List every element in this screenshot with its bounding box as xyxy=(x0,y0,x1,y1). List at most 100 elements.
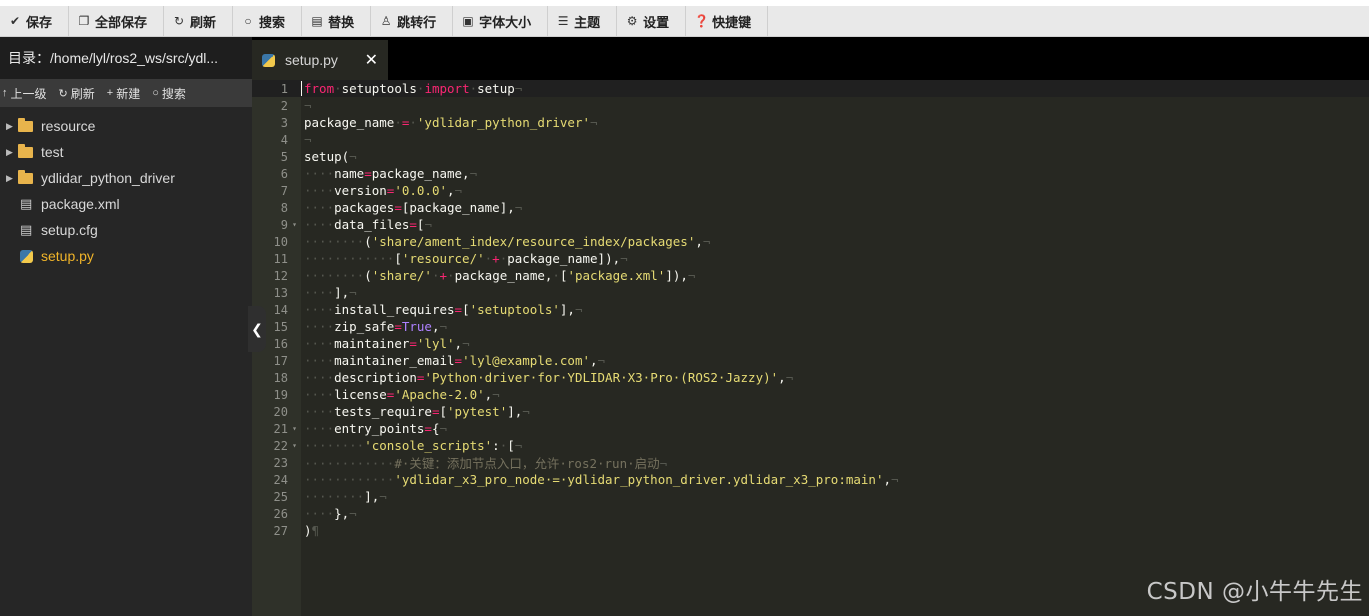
code-line[interactable]: 11 ············['resource/'·+·package_nam… xyxy=(252,250,1369,267)
tree-item-0[interactable]: ▶ resource xyxy=(0,113,252,139)
fold-arrow-icon[interactable]: ▾ xyxy=(288,441,301,450)
code-line[interactable]: 4 ¬ xyxy=(252,131,1369,148)
code-token: ( xyxy=(364,268,372,283)
line-number: 12 xyxy=(273,268,288,283)
code-token: ], xyxy=(559,302,575,317)
toolbar-button-3[interactable]: ○ 搜索 xyxy=(233,6,303,36)
code-line[interactable]: 17 ····maintainer_email='lyl@example.com'… xyxy=(252,352,1369,369)
code-line[interactable]: 7 ····version='0.0.0',¬ xyxy=(252,182,1369,199)
toolbar-button-1[interactable]: ❐ 全部保存 xyxy=(69,6,165,36)
code-token: setup( xyxy=(304,149,350,164)
sidebar-action-1[interactable]: ↻ 刷新 xyxy=(57,85,105,102)
toolbar-button-9[interactable]: ❓ 快捷键 xyxy=(686,6,769,36)
code-area[interactable]: 1 from·setuptools·import·setup¬ 2 ¬ 3 package… xyxy=(252,80,1369,616)
code-token: ···· xyxy=(304,387,335,402)
tree-item-label: test xyxy=(41,144,64,160)
code-line[interactable]: 8 ····packages=[package_name],¬ xyxy=(252,199,1369,216)
refresh-icon: ↻ xyxy=(174,14,185,28)
toolbar-button-4[interactable]: ▤ 替换 xyxy=(302,6,372,36)
code-text: ········('share/ament_index/resource_ind… xyxy=(301,234,710,249)
code-token: ¶ xyxy=(311,523,320,538)
sidebar-action-2[interactable]: + 新建 xyxy=(105,85,150,102)
code-line[interactable]: 25 ········],¬ xyxy=(252,488,1369,505)
code-token: package_name, xyxy=(454,268,553,283)
toolbar-button-8[interactable]: ⚙ 设置 xyxy=(617,6,687,36)
fold-arrow-icon[interactable]: ▾ xyxy=(288,424,301,433)
code-line[interactable]: 24 ············'ydlidar_x3_pro_node·=·ydl… xyxy=(252,471,1369,488)
code-line[interactable]: 2 ¬ xyxy=(252,97,1369,114)
collapse-sidebar-handle[interactable]: ❮ xyxy=(248,306,266,352)
caret-right-icon[interactable]: ▶ xyxy=(6,121,18,132)
code-line[interactable]: 9 ▾ ····data_files=[¬ xyxy=(252,216,1369,233)
tree-item-4[interactable]: ▤ setup.cfg xyxy=(0,217,252,243)
code-token: = xyxy=(424,421,432,436)
line-number: 4 xyxy=(280,132,288,147)
code-text: ············#·关键：添加节点入口，允许·ros2·run·启动¬ xyxy=(301,453,667,472)
code-line[interactable]: 16 ····maintainer='lyl',¬ xyxy=(252,335,1369,352)
file-icon: ▤ xyxy=(20,196,33,211)
toolbar-button-2[interactable]: ↻ 刷新 xyxy=(164,6,234,36)
code-line[interactable]: 13 ····],¬ xyxy=(252,284,1369,301)
code-text: ····tests_require=['pytest'],¬ xyxy=(301,404,530,419)
code-editor[interactable]: 1 from·setuptools·import·setup¬ 2 ¬ 3 package… xyxy=(252,80,1369,616)
code-token: ) xyxy=(304,523,312,538)
code-token: = xyxy=(409,217,417,232)
code-line[interactable]: 18 ····description='Python·driver·for·YDL… xyxy=(252,369,1369,386)
code-line[interactable]: 1 from·setuptools·import·setup¬ xyxy=(252,80,1369,97)
code-line[interactable]: 10 ········('share/ament_index/resource_i… xyxy=(252,233,1369,250)
code-text: ············['resource/'·+·package_name]… xyxy=(301,251,628,266)
code-line[interactable]: 12 ········('share/'·+·package_name,·['pa… xyxy=(252,267,1369,284)
fold-arrow-icon[interactable]: ▾ xyxy=(288,220,301,229)
tree-item-label: setup.cfg xyxy=(41,222,98,238)
code-line[interactable]: 15 ····zip_safe=True,¬ xyxy=(252,318,1369,335)
code-line[interactable]: 21 ▾ ····entry_points={¬ xyxy=(252,420,1369,437)
code-line[interactable]: 27)¶ xyxy=(252,522,1369,539)
code-token: ¬ xyxy=(590,115,598,130)
sidebar-action-3[interactable]: ○ 搜索 xyxy=(150,85,196,102)
code-token: install_requires xyxy=(334,302,455,317)
caret-right-icon[interactable]: ▶ xyxy=(6,173,18,184)
code-token: name xyxy=(334,166,365,181)
code-text: ····license='Apache-2.0',¬ xyxy=(301,387,500,402)
tree-item-2[interactable]: ▶ ydlidar_python_driver xyxy=(0,165,252,191)
code-text: ¬ xyxy=(301,132,312,147)
tree-item-3[interactable]: ▤ package.xml xyxy=(0,191,252,217)
code-token: '0.0.0' xyxy=(394,183,448,198)
code-line[interactable]: 19 ····license='Apache-2.0',¬ xyxy=(252,386,1369,403)
code-token: , xyxy=(447,183,455,198)
line-number: 7 xyxy=(280,183,288,198)
toolbar-button-label: 字体大小 xyxy=(479,14,532,30)
code-token: ¬ xyxy=(785,370,794,385)
code-token: = xyxy=(409,336,417,351)
toolbar-button-label: 全部保存 xyxy=(95,14,148,30)
toolbar-button-7[interactable]: ☰ 主题 xyxy=(548,6,618,36)
toolbar-button-6[interactable]: ▣ 字体大小 xyxy=(453,6,549,36)
caret-right-icon[interactable]: ▶ xyxy=(6,147,18,158)
tab-setup-py[interactable]: setup.py ✕ xyxy=(252,40,388,80)
sidebar-action-0[interactable]: ↑ 上一级 xyxy=(0,85,57,102)
code-token: [ xyxy=(394,251,402,266)
code-line[interactable]: 5 setup(¬ xyxy=(252,148,1369,165)
code-token: description xyxy=(334,370,417,385)
line-number: 23 xyxy=(273,455,288,470)
arrow-up-icon: ↑ xyxy=(2,87,8,99)
code-line[interactable]: 14 ····install_requires=['setuptools'],¬ xyxy=(252,301,1369,318)
tree-item-1[interactable]: ▶ test xyxy=(0,139,252,165)
close-tab-icon[interactable]: ✕ xyxy=(365,50,378,70)
code-token: = xyxy=(394,319,402,334)
code-line[interactable]: 3 package_name·=·'ydlidar_python_driver'¬ xyxy=(252,114,1369,131)
code-line[interactable]: 23 ············#·关键：添加节点入口，允许·ros2·run·启动… xyxy=(252,453,1369,472)
code-token: ¬ xyxy=(439,319,448,334)
code-line[interactable]: 6 ····name=package_name,¬ xyxy=(252,165,1369,182)
tree-item-5[interactable]: setup.py xyxy=(0,243,252,269)
code-line[interactable]: 20 ····tests_require=['pytest'],¬ xyxy=(252,403,1369,420)
code-token: ( xyxy=(364,234,372,249)
toolbar-button-5[interactable]: ♙ 跳转行 xyxy=(371,6,454,36)
code-token: }, xyxy=(334,506,350,521)
toolbar-button-0[interactable]: ✔ 保存 xyxy=(0,6,70,36)
code-token: ···· xyxy=(304,506,335,521)
sidebar-action-label: 搜索 xyxy=(161,86,186,101)
code-line[interactable]: 22 ▾ ········'console_scripts':·[¬ xyxy=(252,437,1369,454)
code-line[interactable]: 26 ····},¬ xyxy=(252,505,1369,522)
code-token: True xyxy=(401,319,432,334)
